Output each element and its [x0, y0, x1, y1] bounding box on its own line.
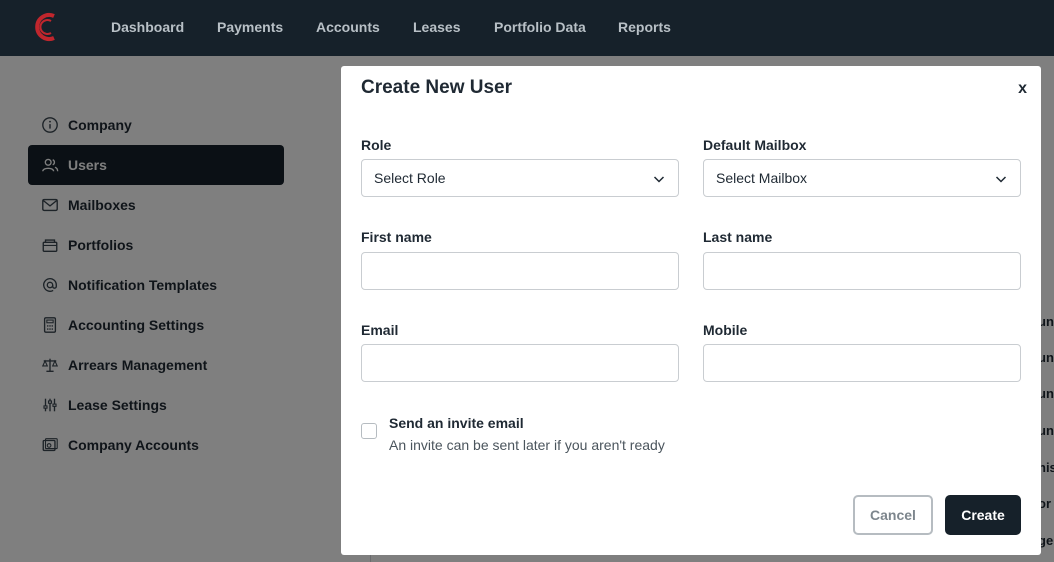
company-logo[interactable] [30, 10, 60, 44]
mailbox-label: Default Mailbox [703, 137, 807, 153]
nav-payments[interactable]: Payments [217, 18, 283, 36]
mobile-input[interactable] [703, 344, 1021, 382]
send-invite-label: Send an invite email [389, 415, 524, 431]
nav-portfolio-data[interactable]: Portfolio Data [494, 18, 586, 36]
modal-title: Create New User [361, 77, 513, 98]
create-button[interactable]: Create [945, 495, 1021, 535]
nav-dashboard[interactable]: Dashboard [111, 18, 184, 36]
cancel-button[interactable]: Cancel [853, 495, 933, 535]
chevron-down-icon [653, 176, 665, 183]
last-name-input[interactable] [703, 252, 1021, 290]
create-user-modal: Create New User x Role Select Role Defau… [341, 66, 1041, 555]
role-select-value: Select Role [374, 170, 446, 186]
first-name-label: First name [361, 229, 432, 245]
email-input[interactable] [361, 344, 679, 382]
send-invite-checkbox[interactable] [361, 423, 377, 439]
email-label: Email [361, 322, 399, 338]
mailbox-select[interactable]: Select Mailbox [703, 159, 1021, 197]
mobile-label: Mobile [703, 322, 748, 338]
mailbox-select-value: Select Mailbox [716, 170, 808, 186]
nav-reports[interactable]: Reports [618, 18, 671, 36]
chevron-down-icon [995, 176, 1007, 183]
first-name-input[interactable] [361, 252, 679, 290]
top-navigation-bar: Dashboard Payments Accounts Leases Portf… [0, 0, 1054, 56]
nav-accounts[interactable]: Accounts [316, 18, 380, 36]
role-select[interactable]: Select Role [361, 159, 679, 197]
last-name-label: Last name [703, 229, 773, 245]
close-button[interactable]: x [1018, 80, 1027, 98]
nav-leases[interactable]: Leases [413, 18, 460, 36]
send-invite-hint: An invite can be sent later if you aren'… [389, 437, 665, 453]
role-label: Role [361, 137, 392, 153]
